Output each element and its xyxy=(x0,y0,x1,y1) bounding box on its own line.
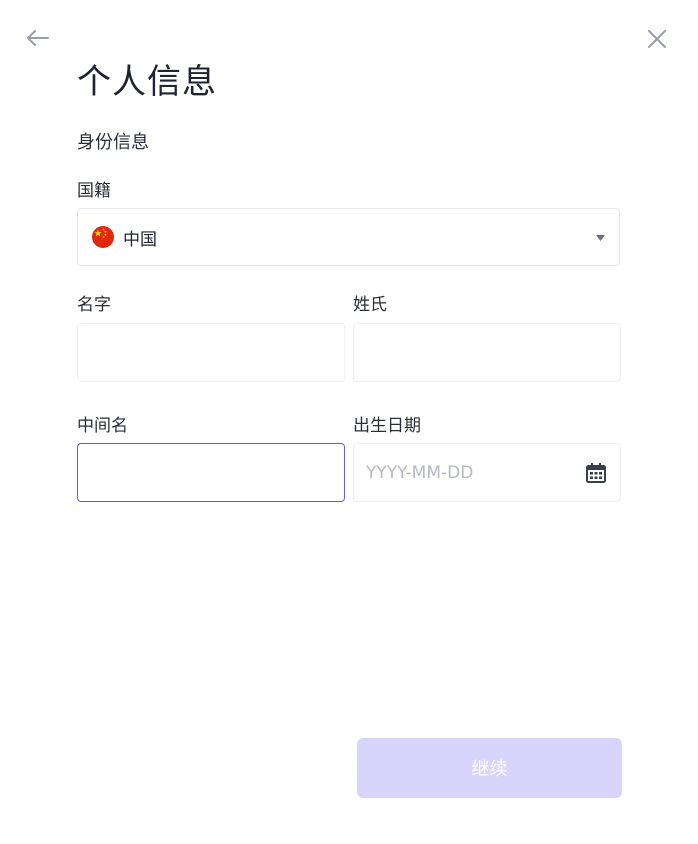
first-name-input[interactable] xyxy=(77,323,345,382)
birth-date-input[interactable] xyxy=(353,443,621,502)
nationality-value: 中国 xyxy=(123,229,157,250)
back-button[interactable] xyxy=(22,24,52,52)
first-name-label: 名字 xyxy=(77,295,111,315)
middle-name-label: 中间名 xyxy=(77,416,128,436)
close-icon xyxy=(648,30,666,48)
last-name-label: 姓氏 xyxy=(353,295,387,315)
last-name-input[interactable] xyxy=(353,323,621,382)
personal-info-page: 个人信息 身份信息 国籍 中国 名字 姓氏 中间名 出生日期 YYYY-MM-D… xyxy=(0,0,698,844)
chevron-down-icon xyxy=(595,233,605,243)
close-button[interactable] xyxy=(642,24,672,54)
arrow-left-icon xyxy=(27,30,49,46)
calendar-button[interactable] xyxy=(584,461,608,485)
nationality-select[interactable]: 中国 xyxy=(77,208,620,266)
continue-button[interactable]: 继续 xyxy=(357,738,622,798)
middle-name-input[interactable] xyxy=(77,443,345,502)
china-flag-icon xyxy=(92,226,114,248)
birth-date-label: 出生日期 xyxy=(353,416,421,436)
page-title: 个人信息 xyxy=(77,62,217,102)
nationality-label: 国籍 xyxy=(77,181,111,201)
section-title-identity: 身份信息 xyxy=(77,132,149,153)
calendar-icon xyxy=(586,463,606,483)
